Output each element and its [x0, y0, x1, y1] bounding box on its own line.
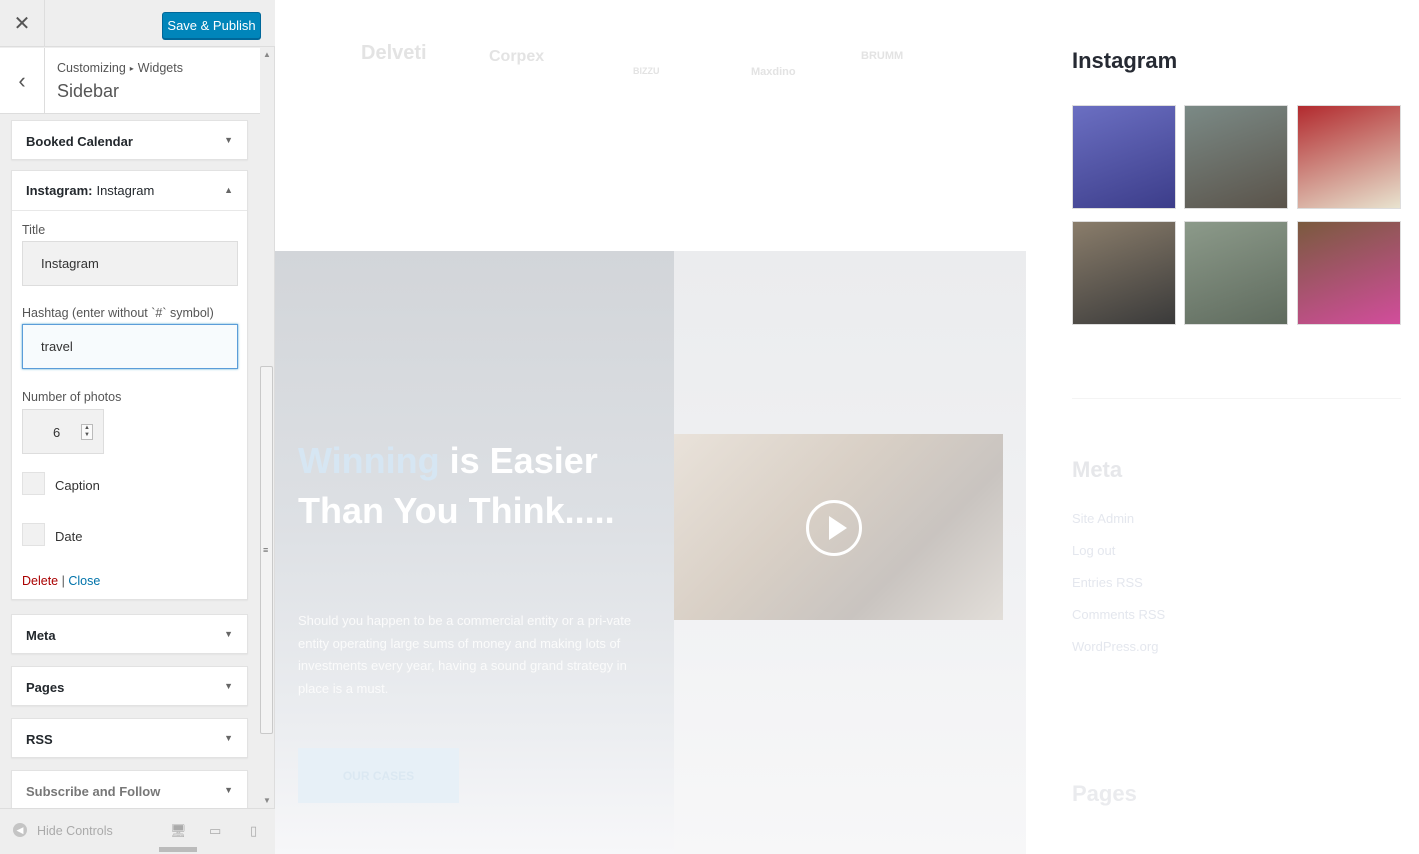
section-header: ‹ Customizing ▸ Widgets Sidebar: [0, 48, 260, 114]
widget-header[interactable]: Pages ▼: [12, 667, 247, 707]
hero-title-accent: Winning: [298, 440, 440, 481]
widget-title: Booked Calendar: [26, 133, 133, 149]
title-label: Title: [22, 223, 46, 237]
hero-title: Winning is Easier Than You Think.....: [298, 436, 638, 536]
widget-meta[interactable]: Meta ▼: [11, 614, 248, 654]
panel-header: ✕ Save & Publish: [0, 0, 275, 47]
widget-rss[interactable]: RSS ▼: [11, 718, 248, 758]
close-icon[interactable]: ✕: [0, 0, 45, 47]
caption-label: Caption: [55, 478, 100, 493]
sidebar-preview: Instagram Meta Site Admin Log out Entrie…: [1026, 0, 1419, 854]
client-logo: BRUMM: [861, 50, 904, 62]
photos-number-value: 6: [53, 425, 61, 440]
grip-icon: ≡: [263, 545, 269, 555]
hero-section: Winning is Easier Than You Think..... Sh…: [275, 251, 1026, 854]
scroll-up-icon[interactable]: ▲: [263, 50, 271, 59]
instagram-photo[interactable]: [1297, 105, 1401, 209]
title-input[interactable]: Instagram: [22, 241, 238, 286]
expand-arrow-icon[interactable]: ▼: [224, 785, 233, 795]
widget-instagram: Instagram: Instagram ▲ Title Instagram Ha…: [11, 170, 248, 600]
meta-link[interactable]: WordPress.org: [1072, 639, 1158, 654]
breadcrumb: Customizing ▸ Widgets: [57, 61, 183, 75]
expand-arrow-icon[interactable]: ▼: [224, 629, 233, 639]
instagram-photo[interactable]: [1184, 221, 1288, 325]
widget-header[interactable]: Instagram: Instagram ▲: [12, 171, 247, 211]
widget-title: Meta: [26, 627, 56, 643]
widget-title: Instagram:: [26, 183, 93, 198]
client-logo: Corpex: [489, 48, 545, 65]
date-checkbox[interactable]: [22, 523, 45, 546]
widget-title: Pages: [26, 679, 65, 695]
save-publish-button[interactable]: Save & Publish: [162, 12, 261, 39]
widget-booked-calendar[interactable]: Booked Calendar ▼: [11, 120, 248, 160]
widget-actions: Delete | Close: [22, 574, 100, 588]
spinner-icon[interactable]: ▲ ▼: [81, 424, 93, 440]
meta-link[interactable]: Comments RSS: [1072, 607, 1165, 622]
hashtag-input[interactable]: travel: [22, 324, 238, 369]
client-logo: Delveti: [361, 42, 427, 64]
widget-header[interactable]: RSS ▼: [12, 719, 247, 759]
client-logo: Maxdino: [751, 66, 796, 78]
our-cases-button[interactable]: OUR CASES: [298, 748, 459, 803]
hashtag-label: Hashtag (enter without `#` symbol): [22, 306, 214, 320]
photos-number-input[interactable]: 6 ▲ ▼: [22, 409, 104, 454]
play-icon[interactable]: [806, 500, 862, 556]
widget-header[interactable]: Subscribe and Follow ▼: [12, 771, 247, 811]
meta-widget-title: Meta: [1072, 457, 1123, 482]
active-device-indicator: [159, 847, 197, 852]
widget-pages[interactable]: Pages ▼: [11, 666, 248, 706]
meta-link[interactable]: Entries RSS: [1072, 575, 1143, 590]
widget-title: RSS: [26, 731, 53, 747]
widget-subtitle: Instagram: [96, 183, 155, 198]
widget-divider: [1072, 398, 1401, 399]
widget-subscribe-follow[interactable]: Subscribe and Follow ▼: [11, 770, 248, 810]
widget-header[interactable]: Meta ▼: [12, 615, 247, 655]
video-thumbnail[interactable]: [674, 434, 1003, 620]
instagram-photo[interactable]: [1072, 221, 1176, 325]
meta-link[interactable]: Log out: [1072, 543, 1115, 558]
expand-arrow-icon[interactable]: ▼: [224, 733, 233, 743]
close-link[interactable]: Close: [68, 574, 100, 588]
photos-label: Number of photos: [22, 390, 122, 404]
expand-arrow-icon[interactable]: ▼: [224, 681, 233, 691]
breadcrumb-widgets: Widgets: [137, 61, 183, 75]
hide-controls-icon[interactable]: ◀: [13, 823, 27, 837]
breadcrumb-separator-icon: ▸: [129, 64, 134, 73]
hero-text: Should you happen to be a commercial ent…: [298, 613, 632, 696]
tablet-preview-icon[interactable]: ▭: [209, 823, 221, 839]
scroll-down-icon[interactable]: ▼: [263, 796, 271, 805]
customizer-panel: ✕ Save & Publish ‹ Customizing ▸ Widgets S…: [0, 0, 275, 854]
breadcrumb-customizing: Customizing: [57, 61, 126, 75]
actions-separator: |: [61, 574, 65, 588]
scroll-thumb[interactable]: ≡: [260, 366, 273, 734]
widget-header[interactable]: Booked Calendar ▼: [12, 121, 247, 161]
pages-widget-title: Pages: [1072, 781, 1137, 806]
date-label: Date: [55, 529, 83, 544]
meta-link[interactable]: Site Admin: [1072, 511, 1134, 526]
instagram-photo[interactable]: [1297, 221, 1401, 325]
mobile-preview-icon[interactable]: ▯: [250, 823, 257, 839]
back-arrow-icon[interactable]: ‹: [0, 48, 45, 114]
desktop-preview-icon[interactable]: 🖥: [170, 823, 187, 839]
client-logo: BIZZU: [633, 66, 660, 76]
expand-arrow-icon[interactable]: ▼: [224, 135, 233, 145]
panel-footer: ◀ Hide Controls 🖥 ▭ ▯: [0, 808, 275, 854]
delete-link[interactable]: Delete: [22, 574, 58, 588]
instagram-photo[interactable]: [1072, 105, 1176, 209]
caption-checkbox[interactable]: [22, 472, 45, 495]
instagram-widget-title: Instagram: [1072, 48, 1178, 73]
section-title: Sidebar: [57, 81, 120, 101]
collapse-arrow-icon[interactable]: ▲: [224, 185, 233, 195]
instagram-photo[interactable]: [1184, 105, 1288, 209]
widget-title: Subscribe and Follow: [26, 783, 161, 799]
hide-controls-label[interactable]: Hide Controls: [37, 824, 113, 838]
panel-scrollbar[interactable]: ▲ ≡ ▼: [260, 48, 274, 808]
